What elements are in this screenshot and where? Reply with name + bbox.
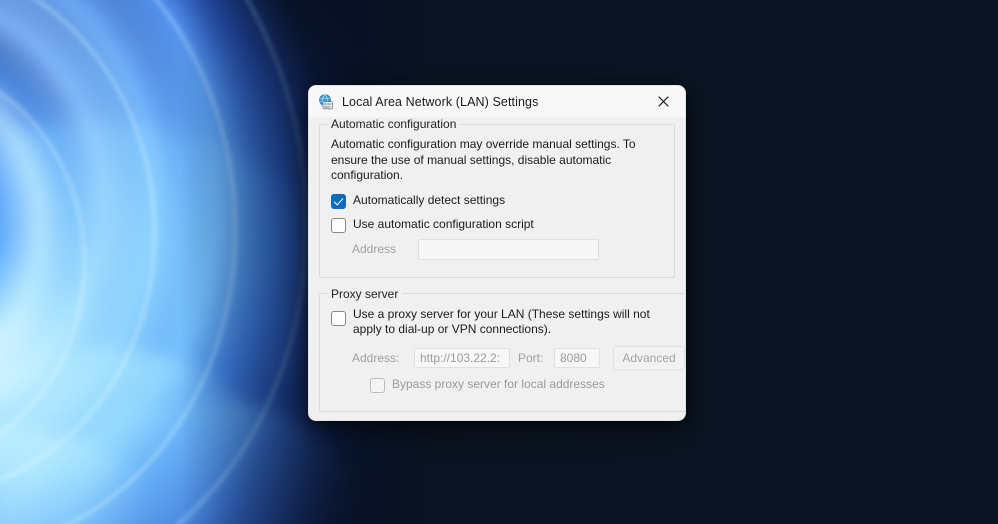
- proxy-server-legend: Proxy server: [331, 286, 399, 301]
- dialog-titlebar: Local Area Network (LAN) Settings: [309, 86, 685, 117]
- lan-settings-icon: [318, 93, 334, 110]
- proxy-address-label: Address:: [352, 350, 400, 365]
- use-proxy-label: Use a proxy server for your LAN (These s…: [353, 306, 650, 336]
- advanced-button[interactable]: Advanced: [613, 345, 685, 370]
- auto-detect-settings-row[interactable]: Automatically detect settings: [331, 193, 664, 209]
- automatic-configuration-group: Automatic configuration Automatic config…: [319, 117, 675, 278]
- close-icon[interactable]: [641, 86, 685, 117]
- bypass-proxy-label: Bypass proxy server for local addresses: [392, 376, 605, 391]
- desktop-background: Local Area Network (LAN) Settings Automa…: [0, 0, 998, 524]
- proxy-port-label: Port:: [518, 350, 544, 365]
- bypass-proxy-row[interactable]: Bypass proxy server for local addresses: [370, 377, 685, 393]
- script-address-label: Address: [352, 242, 397, 256]
- use-proxy-row[interactable]: Use a proxy server for your LAN (These s…: [331, 307, 685, 337]
- auto-detect-settings-checkbox[interactable]: [331, 193, 346, 209]
- use-config-script-checkbox[interactable]: [331, 217, 346, 233]
- proxy-server-group: Proxy server Use a proxy server for your…: [319, 286, 685, 412]
- proxy-address-input[interactable]: http://103.22.2:: [414, 347, 510, 368]
- use-config-script-label: Use automatic configuration script: [353, 216, 534, 231]
- lan-settings-dialog: Local Area Network (LAN) Settings Automa…: [308, 85, 686, 421]
- proxy-port-input[interactable]: 8080: [554, 347, 600, 368]
- use-proxy-checkbox[interactable]: [331, 310, 346, 326]
- automatic-configuration-legend: Automatic configuration: [331, 117, 457, 131]
- dialog-footer: OK Cancel: [319, 421, 675, 422]
- script-address-row: Address: [352, 238, 664, 260]
- dialog-body: Automatic configuration Automatic config…: [309, 117, 685, 422]
- proxy-address-row: Address: http://103.22.2: Port: 8080 Adv…: [352, 345, 685, 370]
- auto-detect-settings-label: Automatically detect settings: [353, 192, 506, 207]
- bypass-proxy-checkbox[interactable]: [370, 377, 385, 393]
- use-config-script-row[interactable]: Use automatic configuration script: [331, 217, 664, 233]
- dialog-title: Local Area Network (LAN) Settings: [342, 94, 539, 109]
- automatic-configuration-description: Automatic configuration may override man…: [331, 137, 636, 182]
- script-address-input[interactable]: [418, 238, 599, 260]
